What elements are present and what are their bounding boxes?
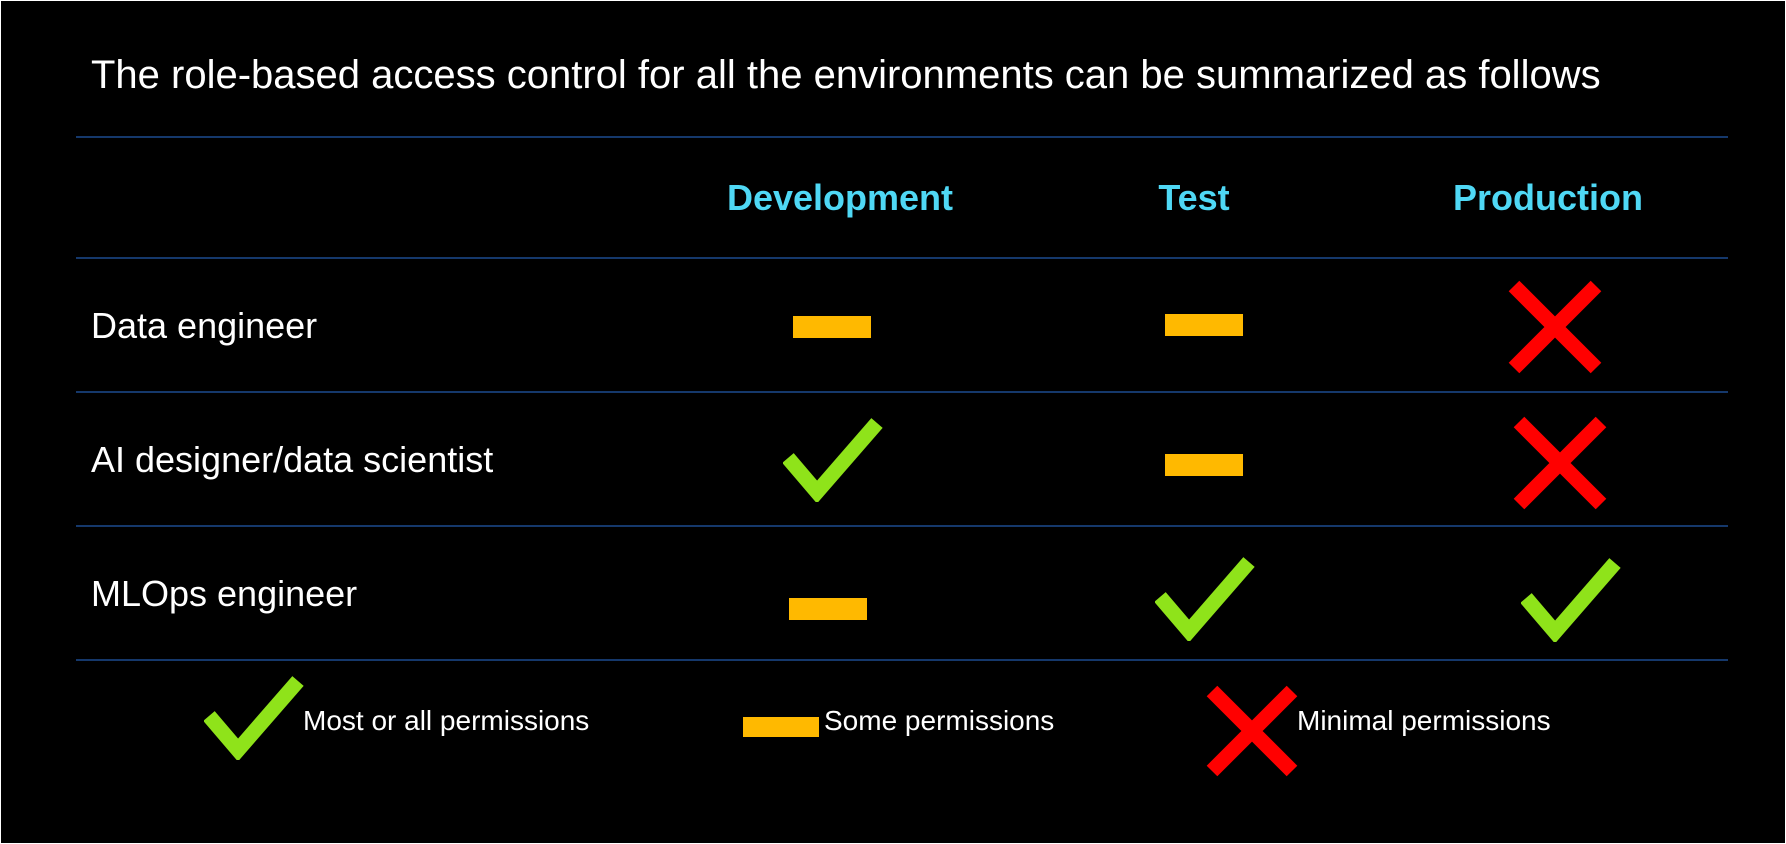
check-mark-icon <box>1155 557 1255 641</box>
divider-header <box>76 257 1728 259</box>
dash-icon <box>1165 314 1243 336</box>
row-label-mlops-engineer: MLOps engineer <box>91 573 358 614</box>
check-mark-icon <box>1521 558 1621 642</box>
dash-icon <box>793 316 871 338</box>
divider-top <box>76 136 1728 138</box>
legend-some-permissions: Some permissions <box>824 705 1055 736</box>
dash-icon <box>789 598 867 620</box>
legend-minimal-permissions: Minimal permissions <box>1297 705 1551 736</box>
divider-row-1 <box>76 391 1728 393</box>
dash-icon <box>1165 454 1243 476</box>
slide-title: The role-based access control for all th… <box>91 53 1601 97</box>
column-header-production: Production <box>1453 177 1643 218</box>
column-header-test: Test <box>1158 177 1230 218</box>
legend-dash-icon <box>743 717 819 737</box>
column-header-development: Development <box>726 177 954 218</box>
divider-bottom <box>76 659 1728 661</box>
divider-row-2 <box>76 525 1728 527</box>
legend-x-mark-icon <box>1204 683 1300 779</box>
slide: The role-based access control for all th… <box>1 1 1785 843</box>
legend-most-permissions: Most or all permissions <box>303 705 590 736</box>
check-mark-icon <box>783 418 883 502</box>
x-mark-icon <box>1506 278 1604 376</box>
row-label-data-engineer: Data engineer <box>91 305 318 346</box>
x-mark-icon <box>1511 414 1609 512</box>
row-label-ai-designer: AI designer/data scientist <box>91 439 494 480</box>
legend-check-mark-icon <box>204 676 304 760</box>
